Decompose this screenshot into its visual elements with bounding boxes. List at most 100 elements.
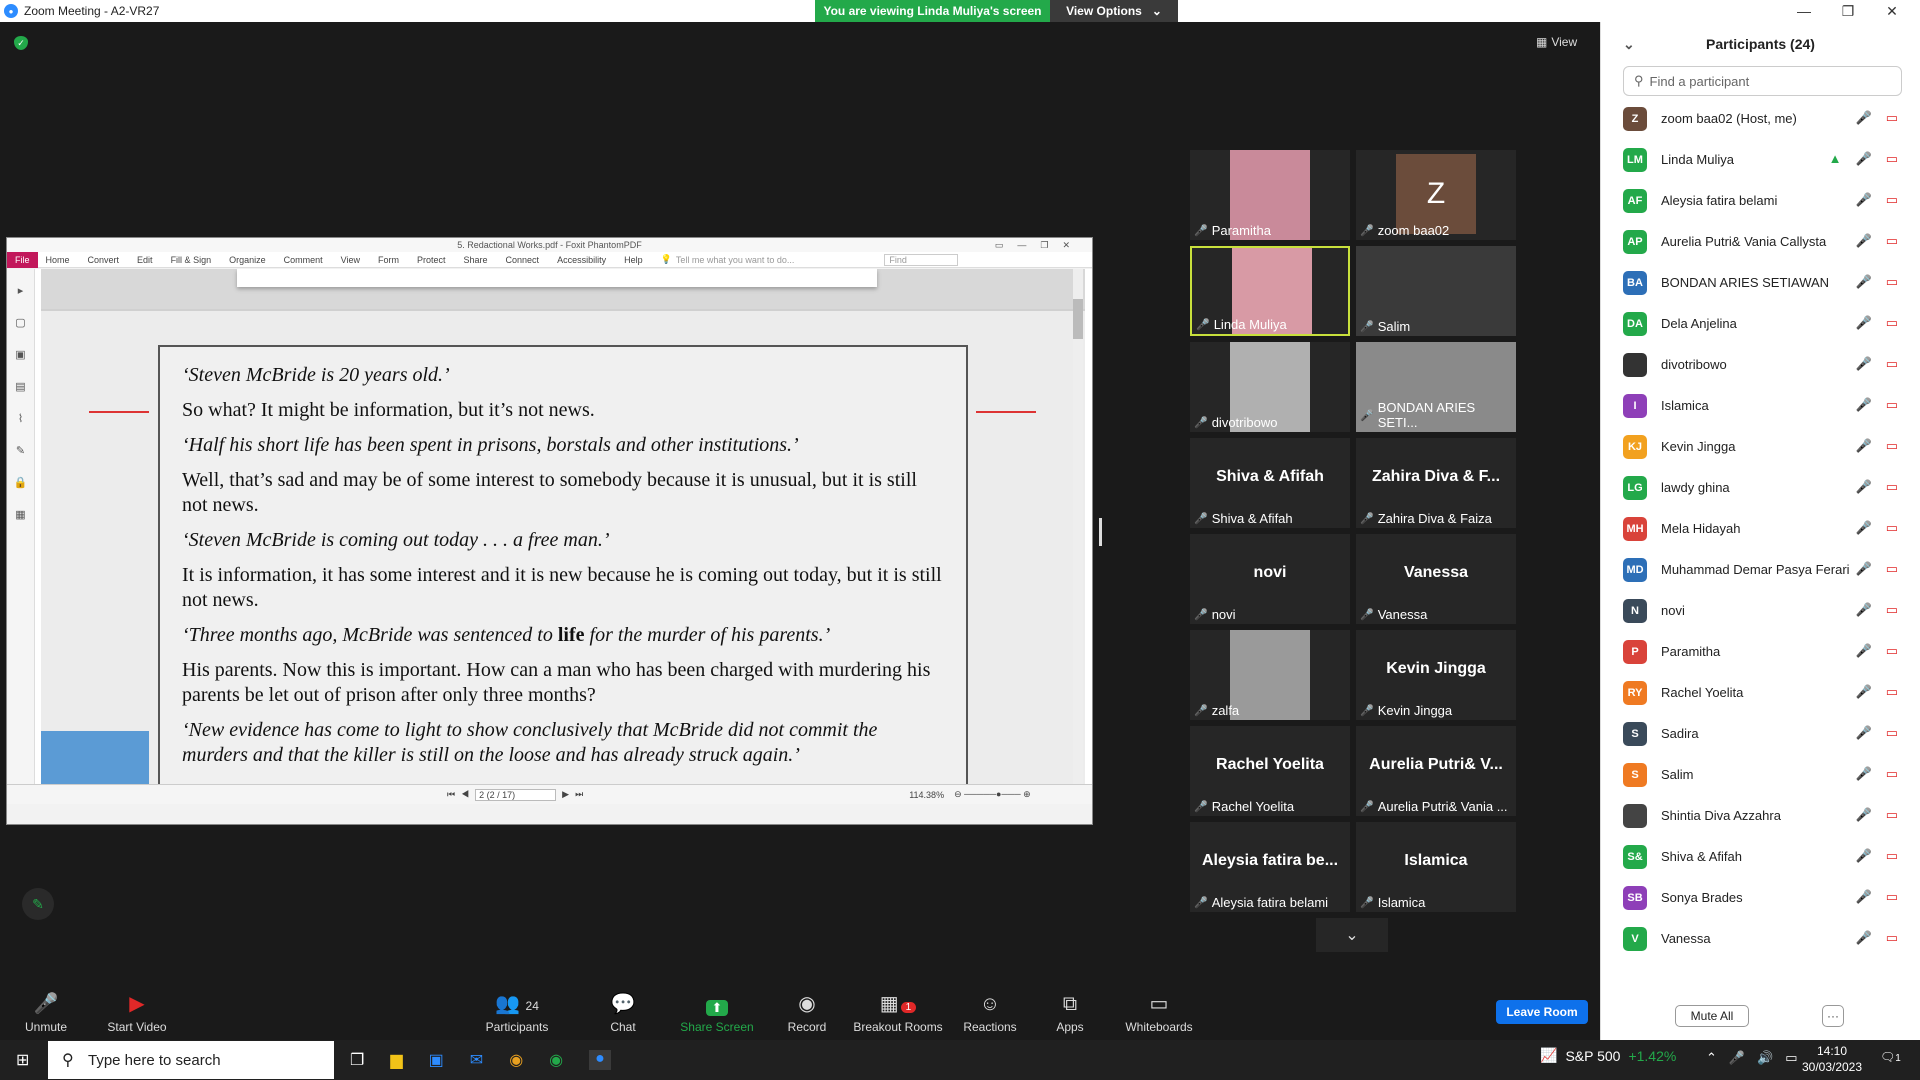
menu-convert[interactable]: Convert xyxy=(88,255,120,265)
participants-button[interactable]: 👥 24 Participants xyxy=(482,982,552,1040)
participant-row[interactable]: divotribowo 🎤 ▭ xyxy=(1601,344,1920,385)
video-tile[interactable]: 🎤 Salim xyxy=(1356,246,1516,336)
menu-share[interactable]: Share xyxy=(464,255,488,265)
menu-protect[interactable]: Protect xyxy=(417,255,446,265)
menu-connect[interactable]: Connect xyxy=(506,255,540,265)
chat-button[interactable]: 💬 Chat xyxy=(600,982,646,1040)
zoom-taskbar-icon[interactable]: ● xyxy=(589,1050,611,1070)
participant-row[interactable]: V Vanessa 🎤 ▭ xyxy=(1601,918,1920,959)
close-button[interactable]: ✕ xyxy=(1872,0,1912,22)
participant-row[interactable]: KJ Kevin Jingga 🎤 ▭ xyxy=(1601,426,1920,467)
lock-icon[interactable]: 🔒 xyxy=(7,467,34,499)
page-icon[interactable]: ▢ xyxy=(7,307,34,339)
pdf-document-view[interactable]: ‘Steven McBride is 20 years old.’ So wha… xyxy=(41,269,1085,804)
participant-row[interactable]: Shintia Diva Azzahra 🎤 ▭ xyxy=(1601,795,1920,836)
video-tile[interactable]: Z 🎤 zoom baa02 xyxy=(1356,150,1516,240)
participant-row[interactable]: S Salim 🎤 ▭ xyxy=(1601,754,1920,795)
foxit-window-controls[interactable]: ▭—❐✕ xyxy=(995,240,1084,251)
comment-icon[interactable]: ▤ xyxy=(7,371,34,403)
video-tile[interactable]: 🎤 Paramitha xyxy=(1190,150,1350,240)
menu-accessibility[interactable]: Accessibility xyxy=(557,255,606,265)
whiteboards-button[interactable]: ▭ Whiteboards xyxy=(1122,982,1196,1040)
layers-icon[interactable]: ▣ xyxy=(7,339,34,371)
speaker-icon[interactable]: 🔊 xyxy=(1757,1050,1773,1066)
participant-row[interactable]: LM Linda Muliya ▲ 🎤 ▭ xyxy=(1601,139,1920,180)
mic-icon[interactable]: 🎤 xyxy=(1729,1050,1745,1066)
video-tile[interactable]: Aleysia fatira be... 🎤 Aleysia fatira bela… xyxy=(1190,822,1350,912)
apps-button[interactable]: ⧉ Apps xyxy=(1050,982,1090,1040)
video-tile[interactable]: Islamica 🎤 Islamica xyxy=(1356,822,1516,912)
task-view-icon[interactable]: ❐ xyxy=(350,1050,364,1070)
mute-all-button[interactable]: Mute All xyxy=(1675,1005,1749,1027)
menu-view[interactable]: View xyxy=(341,255,360,265)
participant-row[interactable]: AP Aurelia Putri& Vania Callysta 🎤 ▭ xyxy=(1601,221,1920,262)
menu-organize[interactable]: Organize xyxy=(229,255,266,265)
menu-home[interactable]: Home xyxy=(46,255,70,265)
video-tile[interactable]: Kevin Jingga 🎤 Kevin Jingga xyxy=(1356,630,1516,720)
attachment-icon[interactable]: ⌇ xyxy=(7,403,34,435)
collapse-chevron-icon[interactable]: ⌄ xyxy=(1623,36,1635,53)
menu-edit[interactable]: Edit xyxy=(137,255,153,265)
page-next-buttons[interactable]: ▶⏭ xyxy=(562,789,589,800)
mail-icon[interactable]: ✉ xyxy=(470,1050,483,1070)
notification-icon[interactable]: 🗨1 xyxy=(1880,1050,1901,1064)
video-tile[interactable]: Zahira Diva & F... 🎤 Zahira Diva & Faiza xyxy=(1356,438,1516,528)
taskbar-search-input[interactable]: ⚲ Type here to search xyxy=(48,1041,334,1079)
participant-row[interactable]: I Islamica 🎤 ▭ xyxy=(1601,385,1920,426)
participant-row[interactable]: LG lawdy ghina 🎤 ▭ xyxy=(1601,467,1920,508)
menu-comment[interactable]: Comment xyxy=(284,255,323,265)
view-options-button[interactable]: View Options ⌄ xyxy=(1050,0,1178,22)
bookmark-icon[interactable]: ▸ xyxy=(7,275,34,307)
clock[interactable]: 14:10 30/03/2023 xyxy=(1796,1043,1868,1075)
annotate-pencil-icon[interactable]: ✎ xyxy=(22,888,54,920)
video-tile[interactable]: Vanessa 🎤 Vanessa xyxy=(1356,534,1516,624)
signature-icon[interactable]: ✎ xyxy=(7,435,34,467)
participant-row[interactable]: RY Rachel Yoelita 🎤 ▭ xyxy=(1601,672,1920,713)
pdf-scrollbar[interactable] xyxy=(1073,269,1083,804)
chrome-profile-icon[interactable]: ◉ xyxy=(549,1050,563,1070)
participant-row[interactable]: MH Mela Hidayah 🎤 ▭ xyxy=(1601,508,1920,549)
reactions-button[interactable]: ☺ Reactions xyxy=(960,982,1020,1040)
video-tile[interactable]: Aurelia Putri& V... 🎤 Aurelia Putri& Vania… xyxy=(1356,726,1516,816)
unmute-button[interactable]: 🎤 Unmute xyxy=(24,982,68,1040)
store-icon[interactable]: ▣ xyxy=(429,1050,444,1070)
breakout-rooms-button[interactable]: ▦ 1 Breakout Rooms xyxy=(850,982,946,1040)
share-screen-button[interactable]: ⬆ Share Screen xyxy=(680,982,754,1040)
zoom-level[interactable]: 114.38% xyxy=(909,790,944,800)
participant-row[interactable]: S Sadira 🎤 ▭ xyxy=(1601,713,1920,754)
find-input[interactable]: Find xyxy=(884,253,958,266)
record-button[interactable]: ◉ Record xyxy=(782,982,832,1040)
chevron-up-icon[interactable]: ⌃ xyxy=(1706,1050,1717,1066)
participant-row[interactable]: SB Sonya Brades 🎤 ▭ xyxy=(1601,877,1920,918)
leave-room-button[interactable]: Leave Room xyxy=(1496,1000,1588,1024)
view-button[interactable]: ▦ View xyxy=(1536,32,1577,52)
participant-row[interactable]: Zzoom baa02 (Host, me) 🎤 ▭ xyxy=(1601,98,1920,139)
form-icon[interactable]: ▦ xyxy=(7,499,34,531)
stock-widget[interactable]: 📈 S&P 500 +1.42% xyxy=(1540,1047,1676,1064)
start-video-button[interactable]: ▶ Start Video xyxy=(102,982,172,1040)
video-tile[interactable]: 🎤 divotribowo xyxy=(1190,342,1350,432)
participant-row[interactable]: AF Aleysia fatira belami 🎤 ▭ xyxy=(1601,180,1920,221)
video-tile[interactable]: Rachel Yoelita 🎤 Rachel Yoelita xyxy=(1190,726,1350,816)
maximize-button[interactable]: ❐ xyxy=(1828,0,1868,22)
minimize-button[interactable]: — xyxy=(1784,0,1824,22)
tell-me-input[interactable]: Tell me what you want to do... xyxy=(676,255,795,265)
chrome-icon[interactable]: ◉ xyxy=(509,1050,523,1070)
participant-row[interactable]: DA Dela Anjelina 🎤 ▭ xyxy=(1601,303,1920,344)
page-nav-buttons[interactable]: ⏮◀ xyxy=(447,789,475,800)
participant-row[interactable]: S& Shiva & Afifah 🎤 ▭ xyxy=(1601,836,1920,877)
windows-start-icon[interactable]: ⊞ xyxy=(16,1050,29,1070)
menu-fill-sign[interactable]: Fill & Sign xyxy=(171,255,212,265)
gallery-scroll-down-button[interactable]: ⌄ xyxy=(1316,918,1388,952)
zoom-slider[interactable]: ⊖ ─────●─── ⊕ xyxy=(954,789,1031,800)
more-options-button[interactable]: ··· xyxy=(1822,1005,1844,1027)
participant-row[interactable]: P Paramitha 🎤 ▭ xyxy=(1601,631,1920,672)
video-tile[interactable]: 🎤 BONDAN ARIES SETI... xyxy=(1356,342,1516,432)
video-tile[interactable]: 🎤 Linda Muliya xyxy=(1190,246,1350,336)
video-tile[interactable]: novi 🎤 novi xyxy=(1190,534,1350,624)
menu-help[interactable]: Help xyxy=(624,255,643,265)
video-tile[interactable]: Shiva & Afifah 🎤 Shiva & Afifah xyxy=(1190,438,1350,528)
participant-row[interactable]: BA BONDAN ARIES SETIAWAN 🎤 ▭ xyxy=(1601,262,1920,303)
menu-form[interactable]: Form xyxy=(378,255,399,265)
file-explorer-icon[interactable]: ▆ xyxy=(390,1050,402,1070)
